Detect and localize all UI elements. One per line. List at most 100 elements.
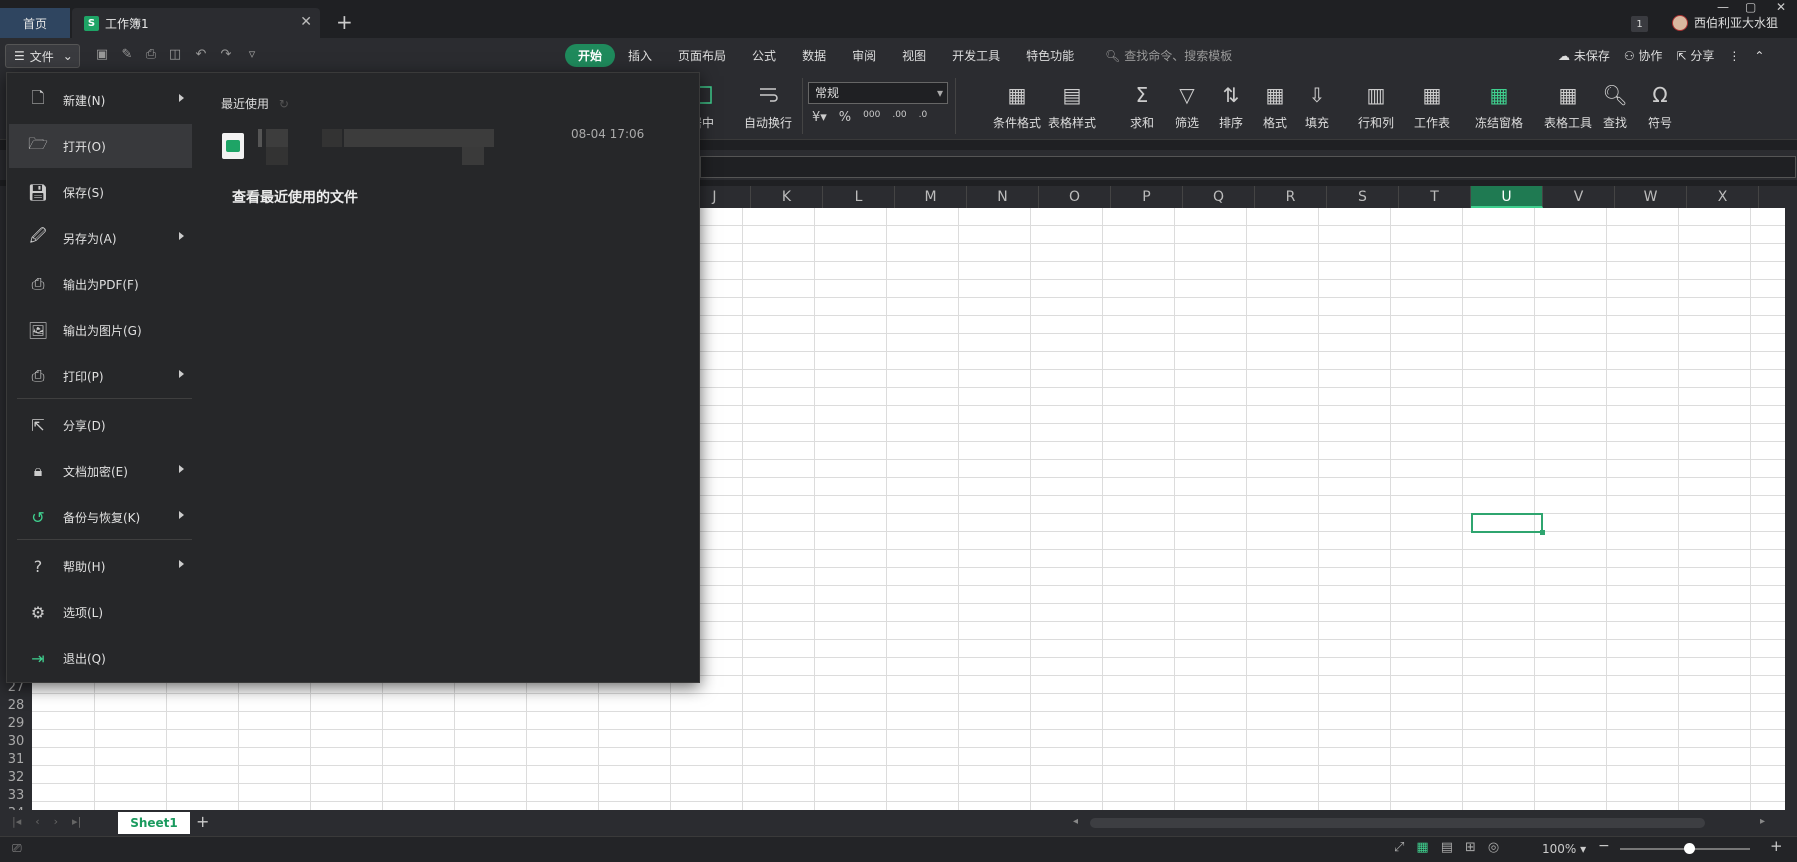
currency-icon[interactable]: ¥▾ [812, 110, 827, 125]
row-header-29[interactable]: 29 [0, 715, 32, 733]
column-header-o[interactable]: O [1039, 186, 1111, 208]
unsaved-button[interactable]: ☁ 未保存 [1558, 47, 1610, 64]
undo-icon[interactable]: ↶ [193, 47, 209, 63]
tab-developer[interactable]: 开发工具 [939, 44, 1013, 67]
file-menu-item-export-pdf[interactable]: ⎙ 输出为PDF(F) [9, 262, 192, 306]
column-header-v[interactable]: V [1543, 186, 1615, 208]
scroll-right-icon[interactable]: ▸ [1760, 816, 1765, 827]
tab-home[interactable]: 首页 [0, 8, 70, 38]
worksheet-button[interactable]: ▦ 工作表 [1414, 82, 1450, 131]
page-break-view-icon[interactable]: ▤ [1441, 840, 1453, 855]
row-header-30[interactable]: 30 [0, 733, 32, 751]
freeze-panes-button[interactable]: ▦ 冻结窗格 [1475, 82, 1523, 131]
row-col-button[interactable]: ▥ 行和列 [1358, 82, 1394, 131]
file-menu-item-options[interactable]: ⚙ 选项(L) [9, 590, 192, 634]
tab-insert[interactable]: 插入 [615, 44, 665, 67]
file-menu-item-exit[interactable]: ⇥ 退出(Q) [9, 636, 192, 680]
collapse-ribbon-icon[interactable]: ⌃ [1754, 49, 1764, 63]
print-quick-icon[interactable]: ⎙ [143, 47, 159, 63]
zoom-level[interactable]: 100% ▾ [1542, 842, 1586, 856]
normal-view-icon[interactable]: ▦ [1416, 840, 1428, 855]
row-header-32[interactable]: 32 [0, 769, 32, 787]
tab-special[interactable]: 特色功能 [1013, 44, 1087, 67]
decrease-decimal-icon[interactable]: .0 [919, 110, 928, 125]
column-header-k[interactable]: K [751, 186, 823, 208]
tab-data[interactable]: 数据 [789, 44, 839, 67]
add-sheet-icon[interactable]: + [196, 812, 209, 831]
column-header-w[interactable]: W [1615, 186, 1687, 208]
file-menu-item-save-as[interactable]: 🖉 另存为(A) [9, 216, 192, 260]
column-header-r[interactable]: R [1255, 186, 1327, 208]
column-header-n[interactable]: N [967, 186, 1039, 208]
minimize-icon[interactable]: — [1717, 0, 1729, 14]
tab-view[interactable]: 视图 [889, 44, 939, 67]
tab-formula[interactable]: 公式 [739, 44, 789, 67]
find-button[interactable]: 🔍︎ 查找 [1602, 82, 1627, 131]
next-sheet-icon[interactable]: › [54, 815, 58, 828]
file-menu-item-open-folder[interactable]: 🗁 打开(O) [9, 124, 192, 168]
collab-button[interactable]: ⚇ 协作 [1624, 47, 1663, 64]
column-header-l[interactable]: L [823, 186, 895, 208]
scroll-left-icon[interactable]: ◂ [1073, 816, 1078, 827]
notification-badge[interactable]: 1 [1631, 16, 1648, 32]
filter-button[interactable]: ▽ 筛选 [1175, 82, 1199, 131]
file-menu-item-encrypt[interactable]: 🔒︎ 文档加密(E) [9, 449, 192, 493]
file-menu-button[interactable]: ☰ 文件 ⌄ [5, 44, 80, 68]
fullscreen-icon[interactable]: ⤢ [1394, 840, 1404, 855]
zoom-out-icon[interactable]: − [1598, 838, 1610, 854]
table-style-button[interactable]: ▤ 表格样式 [1048, 82, 1096, 131]
file-menu-item-share[interactable]: ⇱ 分享(D) [9, 403, 192, 447]
maximize-icon[interactable]: ▢ [1745, 0, 1756, 14]
recent-file-item[interactable] [222, 123, 622, 167]
zoom-in-icon[interactable]: + [1770, 837, 1783, 855]
first-sheet-icon[interactable]: |◂ [12, 815, 21, 828]
row-header-28[interactable]: 28 [0, 697, 32, 715]
file-menu-item-save[interactable]: 💾︎ 保存(S) [9, 170, 192, 214]
column-header-p[interactable]: P [1111, 186, 1183, 208]
column-header-m[interactable]: M [895, 186, 967, 208]
table-tools-button[interactable]: ▦ 表格工具 [1544, 82, 1592, 131]
more-icon[interactable]: ⋮ [1728, 49, 1740, 63]
refresh-icon[interactable]: ↻ [279, 97, 289, 111]
file-menu-item-export-image[interactable]: 🖼︎ 输出为图片(G) [9, 308, 192, 352]
increase-decimal-icon[interactable]: .00 [892, 110, 906, 125]
column-header-u[interactable]: U [1471, 186, 1543, 208]
save-quick-icon[interactable]: ▣ [94, 47, 110, 63]
sum-button[interactable]: Σ 求和 [1130, 82, 1154, 131]
eye-protect-icon[interactable]: ◎ [1488, 840, 1499, 855]
thousands-icon[interactable]: 000 [863, 110, 880, 125]
zoom-slider-knob[interactable] [1684, 843, 1695, 854]
number-format-select[interactable]: 常规 ▾ [808, 82, 948, 104]
fill-button[interactable]: ⇩ 填充 [1305, 82, 1329, 131]
close-tab-icon[interactable]: ✕ [300, 14, 312, 30]
wrap-text-button[interactable]: 自动换行 [744, 82, 792, 131]
user-account[interactable]: 西伯利亚大水狙 [1672, 14, 1778, 31]
format-button[interactable]: ▦ 格式 [1263, 82, 1287, 131]
file-menu-item-help[interactable]: ? 帮助(H) [9, 544, 192, 588]
share-button[interactable]: ⇱ 分享 [1676, 47, 1714, 64]
row-header-31[interactable]: 31 [0, 751, 32, 769]
macro-icon[interactable]: ⎚ [12, 841, 22, 856]
sheet-tab-sheet1[interactable]: Sheet1 [118, 812, 190, 834]
conditional-format-button[interactable]: ▦ 条件格式 [993, 82, 1041, 131]
tab-page-layout[interactable]: 页面布局 [665, 44, 739, 67]
row-header-33[interactable]: 33 [0, 787, 32, 805]
selected-cell[interactable] [1471, 513, 1545, 535]
tab-review[interactable]: 审阅 [839, 44, 889, 67]
vertical-scrollbar[interactable] [1785, 186, 1797, 810]
file-menu-item-backup[interactable]: ↺ 备份与恢复(K) [9, 495, 192, 539]
page-layout-view-icon[interactable]: ⊞ [1465, 840, 1476, 855]
column-header-x[interactable]: X [1687, 186, 1759, 208]
customize-toolbar-icon[interactable]: ▿ [244, 47, 260, 63]
column-header-s[interactable]: S [1327, 186, 1399, 208]
tab-start[interactable]: 开始 [565, 44, 616, 67]
command-search[interactable]: 🔍︎ 查找命令、搜索模板 [1105, 47, 1232, 64]
redo-icon[interactable]: ↷ [218, 47, 234, 63]
fill-handle[interactable] [1540, 530, 1545, 535]
tab-workbook[interactable]: S 工作簿1 ✕ [72, 8, 320, 38]
last-sheet-icon[interactable]: ▸| [72, 815, 81, 828]
print-preview-icon[interactable]: ◫ [167, 47, 183, 63]
view-recent-files-link[interactable]: 查看最近使用的文件 [232, 187, 358, 207]
file-menu-item-new-file[interactable]: 🗋 新建(N) [9, 78, 192, 122]
symbol-button[interactable]: Ω 符号 [1648, 82, 1672, 131]
